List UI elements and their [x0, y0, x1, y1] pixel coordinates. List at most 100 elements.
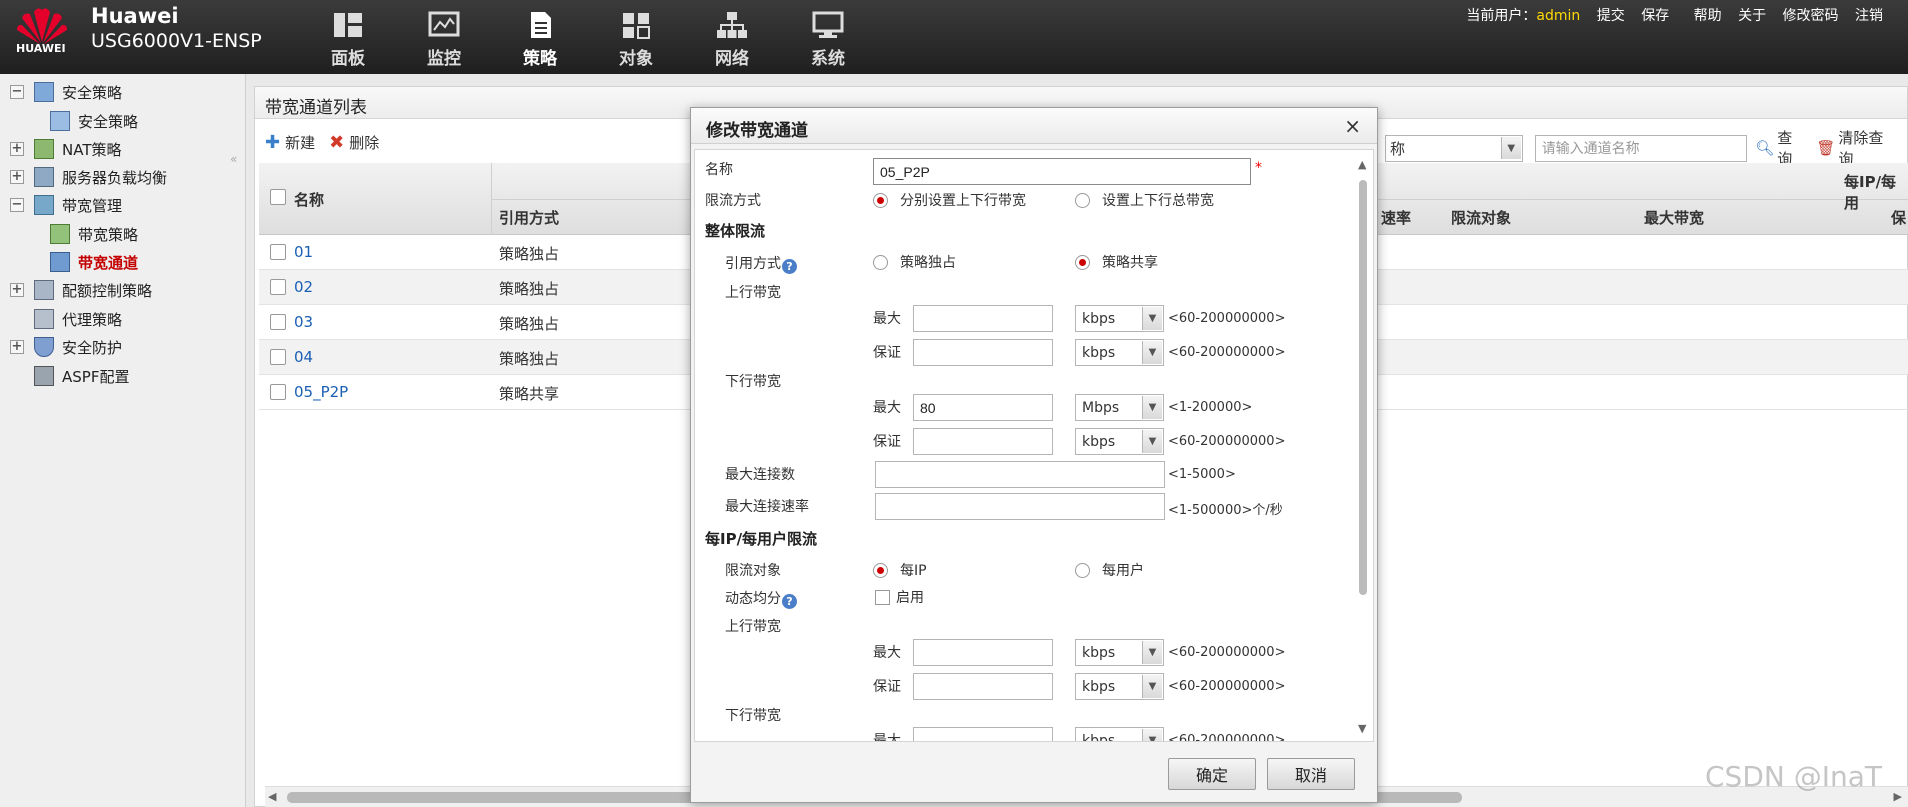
scroll-right-icon[interactable]: ▶	[1894, 790, 1902, 803]
upstream-max-input[interactable]	[913, 305, 1053, 332]
per-ip-radio[interactable]: 每IP	[873, 560, 927, 580]
chevron-down-icon[interactable]: ▼	[1500, 137, 1521, 159]
sidebar-item-bandwidth-channel[interactable]: 带宽通道	[50, 249, 138, 275]
nav-object[interactable]: 对象	[588, 0, 684, 74]
scroll-thumb[interactable]	[1359, 180, 1367, 595]
upstream-guarantee-unit-select[interactable]: kbps ▼	[1075, 339, 1164, 366]
row-checkbox[interactable]	[270, 349, 286, 365]
per-user-radio[interactable]: 每用户	[1075, 560, 1144, 580]
ref-mode-cell: 策略独占	[499, 350, 560, 368]
nav-monitor[interactable]: 监控	[396, 0, 492, 74]
sidebar-item-security-policy[interactable]: 安全策略	[50, 108, 138, 134]
limit-mode-total-radio[interactable]: 设置上下行总带宽	[1075, 190, 1214, 210]
dialog-vertical-scrollbar[interactable]: ▲ ▼	[1353, 150, 1373, 741]
change-password-link[interactable]: 修改密码	[1783, 8, 1839, 24]
channel-name-link[interactable]: 04	[294, 348, 313, 366]
downstream-guarantee-unit-select[interactable]: kbps ▼	[1075, 428, 1164, 455]
select-all-checkbox[interactable]	[270, 189, 286, 205]
help-icon[interactable]: ?	[782, 594, 797, 609]
submit-link[interactable]: 提交	[1597, 8, 1625, 24]
chevron-down-icon[interactable]: ▼	[1142, 341, 1162, 364]
nav-system[interactable]: 系统	[780, 0, 876, 74]
chevron-down-icon[interactable]: ▼	[1142, 430, 1162, 453]
name-input[interactable]	[873, 158, 1251, 185]
upstream-guarantee-input[interactable]	[913, 339, 1053, 366]
nav-label: 监控	[427, 49, 461, 69]
row-checkbox[interactable]	[270, 279, 286, 295]
chevron-down-icon[interactable]: ▼	[1142, 641, 1162, 664]
ref-exclusive-radio[interactable]: 策略独占	[873, 252, 956, 272]
chevron-down-icon[interactable]: ▼	[1142, 729, 1162, 741]
channel-name-link[interactable]: 01	[294, 243, 313, 261]
max-connections-input[interactable]	[875, 461, 1165, 488]
scroll-up-icon[interactable]: ▲	[1358, 158, 1366, 171]
chevron-down-icon[interactable]: ▼	[1142, 396, 1162, 419]
row-checkbox[interactable]	[270, 244, 286, 260]
sidebar-item-security-protection[interactable]: + 安全防护	[10, 334, 122, 360]
help-icon[interactable]: ?	[782, 259, 797, 274]
chevron-down-icon[interactable]: ▼	[1142, 675, 1162, 698]
limit-mode-label: 限流方式	[705, 193, 761, 209]
guarantee-label: 保证	[873, 434, 901, 450]
save-link[interactable]: 保存	[1641, 8, 1669, 24]
aspf-icon	[34, 366, 54, 386]
about-link[interactable]: 关于	[1738, 8, 1766, 24]
downstream-max-input[interactable]	[913, 394, 1053, 421]
delete-button[interactable]: ✖ 删除	[329, 132, 379, 153]
watermark: CSDN @InaT	[1705, 760, 1882, 793]
expand-icon[interactable]: +	[10, 170, 24, 184]
downstream-max-unit-select[interactable]: Mbps ▼	[1075, 394, 1164, 421]
downstream-guarantee-input[interactable]	[913, 428, 1053, 455]
sidebar-item-slb[interactable]: + 服务器负载均衡	[10, 164, 167, 190]
sidebar-item-aspf[interactable]: ASPF配置	[34, 363, 129, 389]
radio-selected-icon	[873, 562, 888, 578]
ref-shared-radio[interactable]: 策略共享	[1075, 252, 1158, 272]
ok-button[interactable]: 确定	[1168, 758, 1256, 790]
channel-name-link[interactable]: 02	[294, 278, 313, 296]
close-icon[interactable]: ×	[1344, 114, 1361, 138]
sidebar-item-proxy-policy[interactable]: 代理策略	[34, 306, 122, 332]
chevron-down-icon[interactable]: ▼	[1142, 307, 1162, 330]
per-ip-upstream-max-unit-select[interactable]: kbps ▼	[1075, 639, 1164, 666]
policy-doc-icon	[34, 82, 54, 102]
per-ip-upstream-guarantee-unit-select[interactable]: kbps ▼	[1075, 673, 1164, 700]
scroll-down-icon[interactable]: ▼	[1358, 722, 1366, 735]
per-ip-downstream-max-unit-select[interactable]: kbps ▼	[1075, 727, 1164, 741]
per-ip-upstream-guarantee-input[interactable]	[913, 673, 1053, 700]
limit-mode-separate-radio[interactable]: 分别设置上下行带宽	[873, 190, 1026, 210]
radio-unselected-icon	[873, 254, 888, 270]
scroll-left-icon[interactable]: ◀	[268, 790, 276, 803]
collapse-icon[interactable]: −	[10, 198, 24, 212]
nav-dashboard[interactable]: 面板	[300, 0, 396, 74]
expand-icon[interactable]: +	[10, 142, 24, 156]
expand-icon[interactable]: +	[10, 283, 24, 297]
overall-limit-section: 整体限流	[705, 222, 766, 240]
sidebar-item-bandwidth-policy[interactable]: 带宽策略	[50, 221, 138, 247]
collapse-sidebar-icon[interactable]: «	[230, 152, 237, 166]
help-link[interactable]: 帮助	[1694, 8, 1722, 24]
enable-dynamic-share-checkbox[interactable]: 启用	[875, 587, 924, 607]
nav-policy[interactable]: 策略	[492, 0, 588, 74]
shield-icon	[34, 337, 54, 357]
collapse-icon[interactable]: −	[10, 85, 24, 99]
sidebar-item-quota-policy[interactable]: + 配额控制策略	[10, 277, 152, 303]
max-conn-rate-input[interactable]	[875, 493, 1165, 520]
channel-name-link[interactable]: 03	[294, 313, 313, 331]
channel-name-link[interactable]: 05_P2P	[294, 383, 348, 401]
new-button[interactable]: ✚ 新建	[265, 132, 315, 153]
sidebar-item-bandwidth-mgmt[interactable]: − 带宽管理	[10, 192, 122, 218]
sidebar-item-security-policy-group[interactable]: − 安全策略	[10, 79, 122, 105]
nav-network[interactable]: 网络	[684, 0, 780, 74]
logout-link[interactable]: 注销	[1855, 8, 1883, 24]
row-checkbox[interactable]	[270, 384, 286, 400]
sidebar-item-nat-policy[interactable]: + NAT策略	[10, 136, 121, 162]
channel-name-search-input[interactable]	[1534, 134, 1748, 162]
upstream-max-unit-select[interactable]: kbps ▼	[1075, 305, 1164, 332]
per-ip-upstream-max-input[interactable]	[913, 639, 1053, 666]
cancel-button[interactable]: 取消	[1267, 758, 1355, 790]
col-name: 名称	[294, 191, 325, 209]
expand-icon[interactable]: +	[10, 340, 24, 354]
per-ip-downstream-max-input[interactable]	[913, 727, 1053, 741]
search-field-select[interactable]: 称 ▼	[1385, 134, 1523, 162]
row-checkbox[interactable]	[270, 314, 286, 330]
